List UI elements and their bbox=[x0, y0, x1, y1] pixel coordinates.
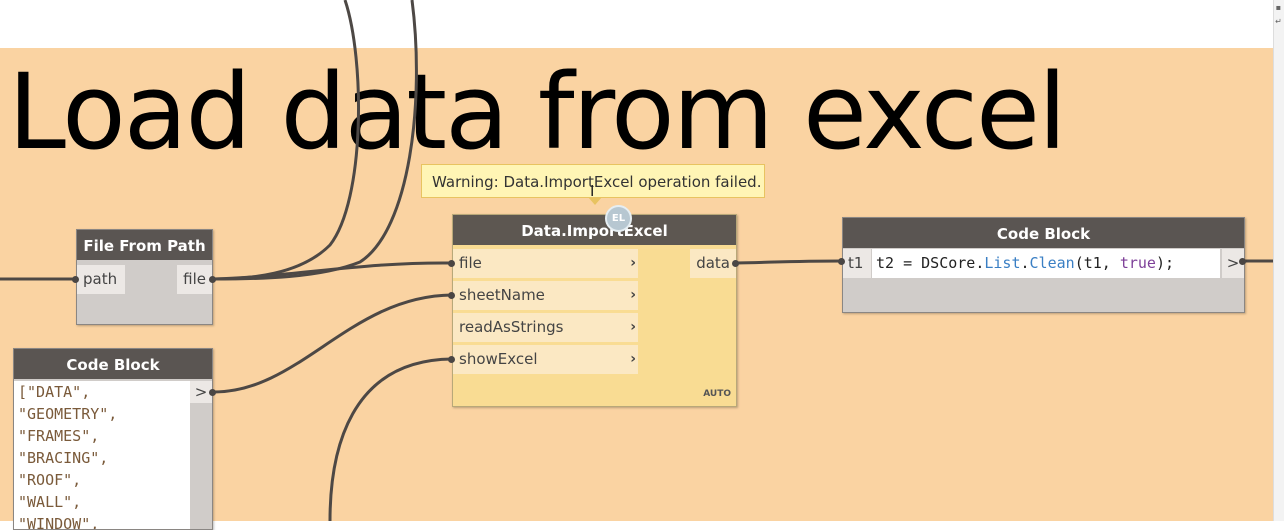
back-arrow-icon[interactable]: ↵ bbox=[1274, 16, 1283, 28]
node-title[interactable]: Data.ImportExcel bbox=[453, 215, 736, 245]
input-port-file[interactable]: file › bbox=[453, 249, 638, 278]
code-editor[interactable]: t2 = DSCore.List.Clean(t1, true); bbox=[872, 249, 1220, 278]
input-port-path[interactable]: path bbox=[77, 265, 125, 294]
node-code-block-left[interactable]: Code Block ["DATA", "GEOMETRY", "FRAMES"… bbox=[13, 348, 213, 530]
canvas-background[interactable] bbox=[0, 0, 1284, 48]
connector-dot[interactable] bbox=[209, 276, 216, 283]
toolbar-button[interactable]: ▪ bbox=[1274, 2, 1283, 14]
output-port-file[interactable]: file bbox=[177, 265, 212, 294]
node-data-import-excel[interactable]: Data.ImportExcel file › sheetName › read… bbox=[452, 214, 737, 407]
code-editor[interactable]: ["DATA", "GEOMETRY", "FRAMES", "BRACING"… bbox=[14, 381, 190, 529]
port-label: showExcel bbox=[459, 350, 538, 368]
connector-dot[interactable] bbox=[448, 356, 455, 363]
connector-dot[interactable] bbox=[732, 260, 739, 267]
cursor-icon: I bbox=[590, 182, 595, 200]
connector-dot[interactable] bbox=[448, 292, 455, 299]
right-toolbar bbox=[1273, 0, 1284, 521]
connector-dot[interactable] bbox=[448, 260, 455, 267]
chevron-right-icon[interactable]: › bbox=[630, 249, 636, 278]
input-port-readasstrings[interactable]: readAsStrings › bbox=[453, 313, 638, 342]
port-label: sheetName bbox=[459, 286, 545, 304]
connector-dot[interactable] bbox=[1239, 258, 1246, 265]
connector-dot[interactable] bbox=[209, 389, 216, 396]
chevron-right-icon[interactable]: › bbox=[630, 313, 636, 342]
lacing-label[interactable]: AUTO bbox=[703, 389, 731, 399]
connector-dot[interactable] bbox=[838, 258, 845, 265]
connector-dot[interactable] bbox=[72, 276, 79, 283]
input-port-t1[interactable]: t1 bbox=[843, 249, 871, 278]
node-title[interactable]: File From Path bbox=[77, 230, 212, 260]
port-label: file bbox=[459, 254, 482, 272]
input-port-sheetname[interactable]: sheetName › bbox=[453, 281, 638, 310]
input-port-showexcel[interactable]: showExcel › bbox=[453, 345, 638, 374]
port-label: readAsStrings bbox=[459, 318, 564, 336]
node-title[interactable]: Code Block bbox=[843, 218, 1244, 248]
chevron-right-icon[interactable]: › bbox=[630, 281, 636, 310]
output-port-data[interactable]: data bbox=[690, 249, 736, 278]
node-file-from-path[interactable]: File From Path path file bbox=[76, 229, 213, 325]
chevron-right-icon[interactable]: › bbox=[630, 345, 636, 374]
group-title[interactable]: Load data from excel bbox=[8, 52, 1067, 172]
node-code-block-right[interactable]: Code Block t1 t2 = DSCore.List.Clean(t1,… bbox=[842, 217, 1245, 313]
node-title[interactable]: Code Block bbox=[14, 349, 212, 379]
user-avatar[interactable]: EL bbox=[605, 205, 632, 232]
